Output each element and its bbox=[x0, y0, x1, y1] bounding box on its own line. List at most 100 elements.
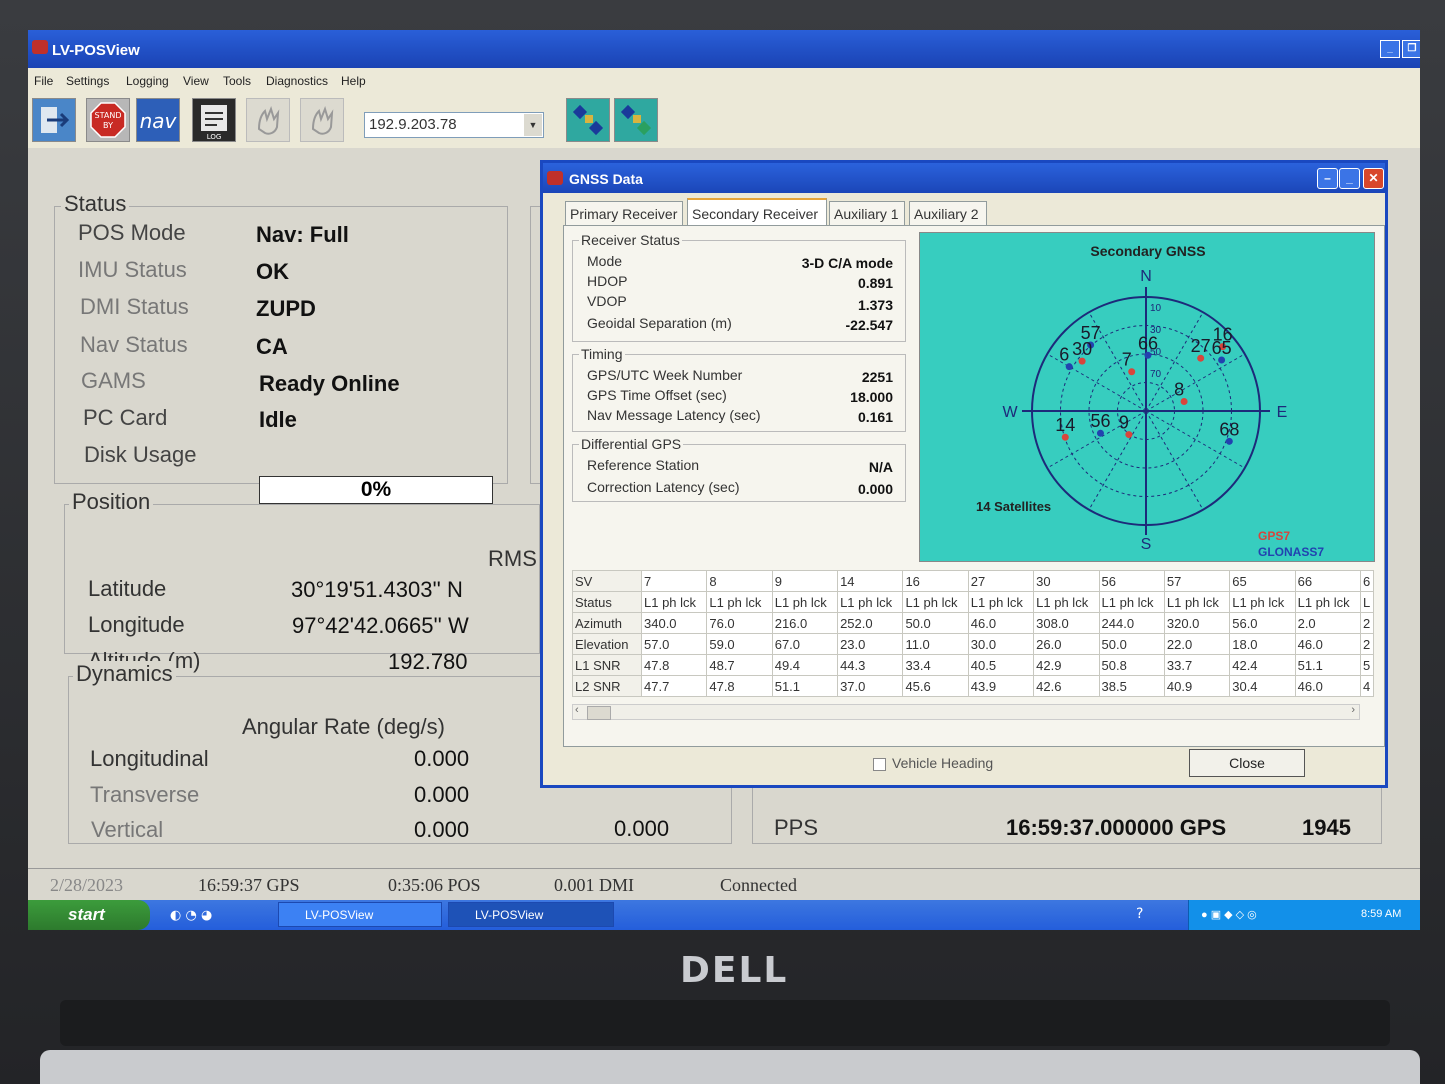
scroll-right-icon[interactable]: › bbox=[1351, 704, 1355, 716]
satellite-label: 27 bbox=[1191, 336, 1211, 356]
table-cell: L1 ph lck bbox=[967, 591, 1035, 613]
transverse-label: Transverse bbox=[90, 782, 200, 807]
tab-primary-receiver[interactable]: Primary Receiver bbox=[565, 201, 683, 225]
minimize-icon[interactable]: _ bbox=[1380, 40, 1400, 58]
satellite-gnss-icon[interactable] bbox=[566, 98, 610, 142]
mode-label: Mode bbox=[587, 253, 623, 269]
position-title: Position bbox=[69, 489, 154, 515]
ip-address-value: 192.9.203.78 bbox=[369, 116, 457, 133]
table-cell: 26.0 bbox=[1033, 633, 1100, 655]
connect-icon[interactable] bbox=[32, 98, 76, 142]
status-connection: Connected bbox=[720, 875, 797, 895]
table-cell: 42.4 bbox=[1229, 654, 1296, 676]
week-label: GPS/UTC Week Number bbox=[587, 367, 743, 383]
menu-logging[interactable]: Logging bbox=[126, 74, 169, 88]
satellite-label: 68 bbox=[1219, 419, 1239, 439]
gams-label: GAMS bbox=[81, 368, 146, 393]
tab-auxiliary-1[interactable]: Auxiliary 1 bbox=[829, 201, 905, 225]
hand-tool-icon[interactable] bbox=[246, 98, 290, 142]
chevron-down-icon[interactable]: ▼ bbox=[524, 114, 542, 136]
secondary-receiver-pane: Receiver Status Mode 3-D C/A mode HDOP 0… bbox=[563, 225, 1385, 747]
laptop-base bbox=[40, 1050, 1420, 1084]
table-cell: L1 ph lck bbox=[837, 591, 904, 613]
imu-status-label: IMU Status bbox=[78, 257, 187, 282]
gams-value: Ready Online bbox=[259, 371, 400, 396]
close-button[interactable]: Close bbox=[1189, 749, 1305, 777]
pc-card-label: PC Card bbox=[83, 405, 168, 430]
log-icon[interactable]: LOG bbox=[192, 98, 236, 142]
taskbar-item-lvposview-1[interactable]: LV-POSView bbox=[278, 902, 442, 927]
table-cell: L bbox=[1360, 591, 1374, 613]
disk-usage-bar: 0% bbox=[259, 476, 493, 504]
table-cell: 59.0 bbox=[706, 633, 773, 655]
vehicle-heading-checkbox[interactable]: Vehicle Heading bbox=[873, 755, 993, 771]
svg-text:STAND: STAND bbox=[95, 111, 122, 120]
vertical-extra-value: 0.000 bbox=[614, 816, 670, 841]
table-row: Azimuth 340.0 76.0 216.0 252.0 50.0 46.0 308.0 2… bbox=[572, 612, 1374, 634]
differential-gps-title: Differential GPS bbox=[579, 436, 684, 452]
standby-icon[interactable]: STAND BY bbox=[86, 98, 130, 142]
toolbar: STAND BY nav LOG 192.9.203.78 ▼ bbox=[28, 92, 1420, 148]
table-cell: 33.7 bbox=[1163, 654, 1231, 676]
hdop-value: 0.891 bbox=[857, 275, 893, 291]
geoid-value: -22.547 bbox=[845, 317, 893, 333]
scroll-left-icon[interactable]: ‹ bbox=[575, 704, 579, 716]
help-icon[interactable]: ? bbox=[1136, 906, 1143, 922]
gnss-minimize-2-icon[interactable]: – bbox=[1317, 168, 1338, 189]
satellite-label: 6 bbox=[1059, 345, 1069, 365]
scroll-thumb[interactable] bbox=[587, 706, 611, 720]
start-button[interactable]: start bbox=[28, 900, 150, 930]
satellite-gnss-2-icon[interactable] bbox=[614, 98, 658, 142]
status-title: Status bbox=[61, 191, 130, 217]
gnss-close-icon[interactable]: ✕ bbox=[1363, 168, 1384, 189]
quick-launch-icon[interactable]: ◐ ◔ ◕ bbox=[170, 908, 212, 923]
receiver-status-title: Receiver Status bbox=[579, 232, 682, 248]
longitudinal-label: Longitudinal bbox=[90, 746, 209, 771]
menu-diagnostics[interactable]: Diagnostics bbox=[266, 74, 328, 88]
table-cell: 8 bbox=[706, 570, 773, 592]
table-cell: 46.0 bbox=[1294, 633, 1362, 655]
restore-icon[interactable]: ❐ bbox=[1402, 40, 1420, 58]
pc-card-value: Idle bbox=[259, 407, 297, 432]
table-cell: 30.0 bbox=[967, 633, 1035, 655]
satellite-label: 7 bbox=[1122, 350, 1132, 370]
transverse-value: 0.000 bbox=[414, 782, 470, 807]
table-cell: 43.9 bbox=[967, 675, 1035, 697]
table-cell: 4 bbox=[1360, 675, 1374, 697]
hand-tool-2-icon[interactable] bbox=[300, 98, 344, 142]
tab-secondary-receiver[interactable]: Secondary Receiver bbox=[687, 198, 827, 226]
menu-help[interactable]: Help bbox=[341, 74, 366, 88]
differential-gps-group: Differential GPS Reference Station N/A C… bbox=[572, 436, 906, 502]
table-cell: 27 bbox=[967, 570, 1035, 592]
table-cell: 9 bbox=[771, 570, 839, 592]
table-cell: 47.7 bbox=[640, 675, 708, 697]
table-cell: 22.0 bbox=[1163, 633, 1231, 655]
checkbox-icon[interactable] bbox=[873, 757, 886, 771]
gnss-dialog-title: GNSS Data bbox=[569, 171, 643, 187]
table-cell: L1 ph lck bbox=[1294, 591, 1362, 613]
menu-file[interactable]: File bbox=[34, 74, 53, 88]
svg-text:nav: nav bbox=[140, 109, 178, 133]
gnss-minimize-icon[interactable]: _ bbox=[1339, 168, 1360, 189]
satellite-label: 8 bbox=[1174, 380, 1184, 400]
laptop-hinge bbox=[60, 1000, 1390, 1046]
table-cell: 2.0 bbox=[1294, 612, 1362, 634]
sky-azimuth-spoke bbox=[1145, 410, 1204, 510]
table-cell: L1 ph lck bbox=[902, 591, 969, 613]
menu-tools[interactable]: Tools bbox=[223, 74, 251, 88]
menu-settings[interactable]: Settings bbox=[66, 74, 109, 88]
table-cell: L1 ph lck bbox=[1033, 591, 1100, 613]
menu-view[interactable]: View bbox=[183, 74, 209, 88]
taskbar-item-lvposview-2[interactable]: LV-POSView bbox=[448, 902, 614, 927]
reference-station-value: N/A bbox=[868, 459, 893, 475]
vdop-value: 1.373 bbox=[857, 297, 893, 313]
tab-auxiliary-2[interactable]: Auxiliary 2 bbox=[909, 201, 987, 225]
satellite-table: SV 7 8 9 14 16 27 30 56 57 65 66 6 Status L1 ph lck L1 … bbox=[572, 570, 1374, 697]
nav-icon[interactable]: nav bbox=[136, 98, 180, 142]
gnss-dialog: GNSS Data _ – ✕ Primary Receiver Seconda… bbox=[540, 160, 1388, 788]
ip-address-select[interactable]: 192.9.203.78 ▼ bbox=[364, 112, 544, 138]
pos-mode-label: POS Mode bbox=[78, 220, 186, 245]
latitude-label: Latitude bbox=[88, 576, 167, 601]
tray-icons[interactable]: ● ▣ ◆ ◇ ◎ bbox=[1201, 908, 1257, 921]
horizontal-scrollbar[interactable]: ‹ › bbox=[572, 704, 1360, 720]
